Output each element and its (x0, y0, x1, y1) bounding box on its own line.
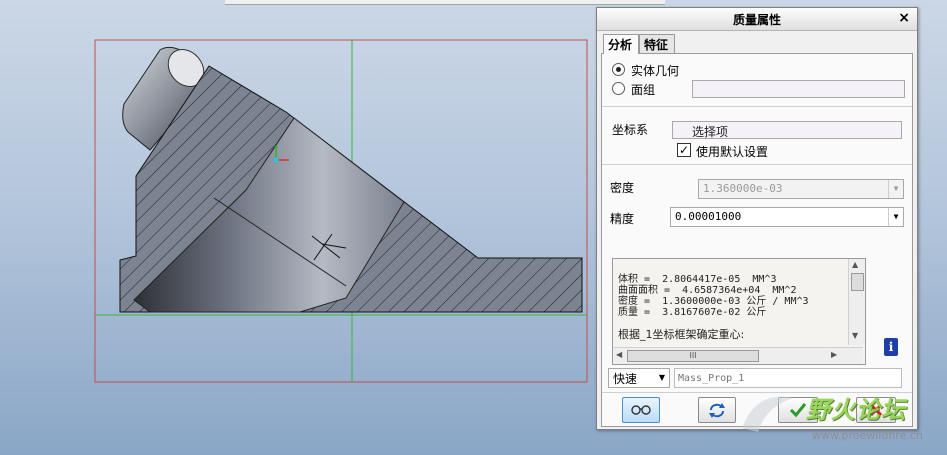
tab-feature[interactable]: 特征 (639, 34, 675, 53)
csys-label: 坐标系 (612, 123, 649, 137)
results-text: 体积 = 2.8064417e-05 MM^3 曲面面积 = 4.6587364… (618, 263, 843, 341)
precision-value: 0.00001000 (675, 210, 742, 223)
dialog-titlebar[interactable]: 质量属性 × (597, 8, 917, 31)
close-icon[interactable]: × (898, 10, 910, 26)
solid-geometry-label: 实体几何 (631, 64, 680, 78)
tab-analysis[interactable]: 分析 (603, 34, 639, 54)
use-default-label: 使用默认设置 (696, 145, 769, 159)
result-line: 曲面面积 = 4.6587364e+04 MM^2 (618, 285, 797, 296)
mode-value: 快速 (613, 372, 638, 386)
ok-button[interactable] (778, 397, 818, 423)
scroll-up-icon[interactable]: ▲ (852, 260, 858, 269)
quilt-selector-field[interactable] (692, 80, 905, 98)
analysis-panel: 实体几何 面组 坐标系 选择项 ✓ 使用默认设置 密度 1.360000e-03… (601, 53, 913, 427)
density-value: 1.360000e-03 (703, 182, 783, 195)
result-line: 体积 = 2.8064417e-05 MM^3 (618, 274, 777, 285)
divider (602, 164, 912, 165)
view-button[interactable] (622, 397, 660, 423)
scroll-right-icon[interactable]: ▶ (831, 350, 837, 359)
precision-dropdown[interactable]: 0.00001000 ▼ (670, 207, 904, 227)
info-icon[interactable]: i (884, 338, 898, 356)
chevron-down-icon[interactable]: ▼ (655, 369, 669, 387)
chevron-down-icon[interactable]: ▼ (888, 208, 903, 226)
dialog-title: 质量属性 (732, 13, 781, 27)
result-line: 质量 = 3.8167607e-02 公斤 (618, 307, 767, 318)
horizontal-scrollbar[interactable]: ◀ III ▶ (613, 347, 863, 364)
solid-geometry-radio[interactable] (612, 63, 625, 76)
cross-icon (869, 403, 883, 417)
precision-label: 精度 (610, 212, 635, 226)
cancel-button[interactable] (856, 397, 896, 423)
result-line: 密度 = 1.3600000e-03 公斤 / MM^3 (618, 296, 809, 307)
quilt-radio[interactable] (612, 82, 625, 95)
csys-selector-field[interactable]: 选择项 (672, 121, 902, 139)
glasses-icon (631, 405, 651, 415)
scroll-left-icon[interactable]: ◀ (616, 350, 622, 359)
button-bar (602, 392, 912, 427)
feature-name-input[interactable] (674, 368, 902, 388)
density-label: 密度 (610, 181, 635, 195)
mode-dropdown[interactable]: 快速 ▼ (608, 368, 670, 388)
scroll-thumb[interactable]: III (627, 350, 759, 362)
chevron-down-icon: ▼ (888, 180, 903, 198)
scroll-thumb[interactable] (851, 273, 864, 291)
csys-select-text: 选择项 (692, 125, 729, 139)
vertical-scrollbar[interactable]: ▲ ▼ (848, 259, 865, 345)
scroll-down-icon[interactable]: ▼ (852, 331, 858, 340)
quilt-label: 面组 (631, 83, 656, 97)
mass-properties-dialog: 质量属性 × 分析 特征 实体几何 面组 坐标系 选择项 ✓ 使用默认设置 密度… (596, 7, 918, 430)
divider (602, 106, 912, 107)
check-icon (789, 403, 807, 418)
use-default-checkbox[interactable]: ✓ (677, 143, 691, 157)
result-line: 根据_1坐标框架确定重心: (618, 328, 745, 341)
results-textbox[interactable]: 体积 = 2.8064417e-05 MM^3 曲面面积 = 4.6587364… (612, 258, 866, 365)
repeat-icon (709, 403, 725, 418)
density-field: 1.360000e-03 ▼ (698, 179, 904, 199)
repeat-button[interactable] (698, 397, 736, 423)
